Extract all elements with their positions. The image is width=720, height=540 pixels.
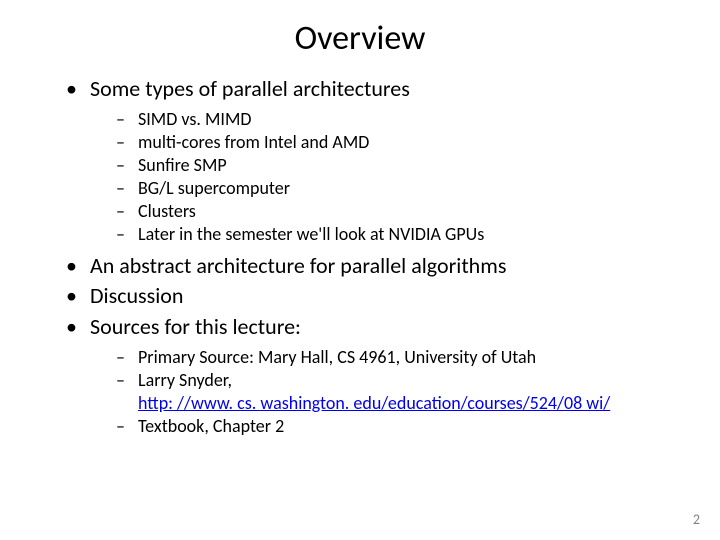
sub-bullet-prefix: Larry Snyder, [138, 369, 232, 391]
bullet-item: An abstract architecture for parallel al… [66, 252, 672, 281]
bullet-item: Some types of parallel architectures SIM… [66, 75, 672, 246]
sub-bullet-item: Clusters [116, 200, 672, 223]
slide-title: Overview [48, 18, 672, 59]
sub-bullet-list: SIMD vs. MIMD multi-cores from Intel and… [90, 108, 672, 246]
sub-bullet-item: Primary Source: Mary Hall, CS 4961, Univ… [116, 346, 672, 369]
bullet-item: Discussion [66, 282, 672, 311]
bullet-list: Some types of parallel architectures SIM… [48, 75, 672, 438]
sub-bullet-item: SIMD vs. MIMD [116, 108, 672, 131]
page-number: 2 [693, 511, 700, 528]
sub-bullet-item: multi-cores from Intel and AMD [116, 131, 672, 154]
sub-bullet-item: Larry Snyder, http: //www. cs. washingto… [116, 369, 672, 415]
sub-bullet-item: Sunfire SMP [116, 154, 672, 177]
bullet-item: Sources for this lecture: Primary Source… [66, 313, 672, 438]
sub-bullet-item: BG/L supercomputer [116, 177, 672, 200]
sub-bullet-item: Later in the semester we'll look at NVID… [116, 223, 672, 246]
source-link[interactable]: http: //www. cs. washington. edu/educati… [138, 392, 610, 414]
bullet-text: Sources for this lecture: [90, 313, 301, 340]
sub-bullet-list: Primary Source: Mary Hall, CS 4961, Univ… [90, 346, 672, 438]
bullet-text: Some types of parallel architectures [90, 75, 410, 102]
sub-bullet-item: Textbook, Chapter 2 [116, 415, 672, 438]
slide-body: Overview Some types of parallel architec… [0, 0, 720, 438]
